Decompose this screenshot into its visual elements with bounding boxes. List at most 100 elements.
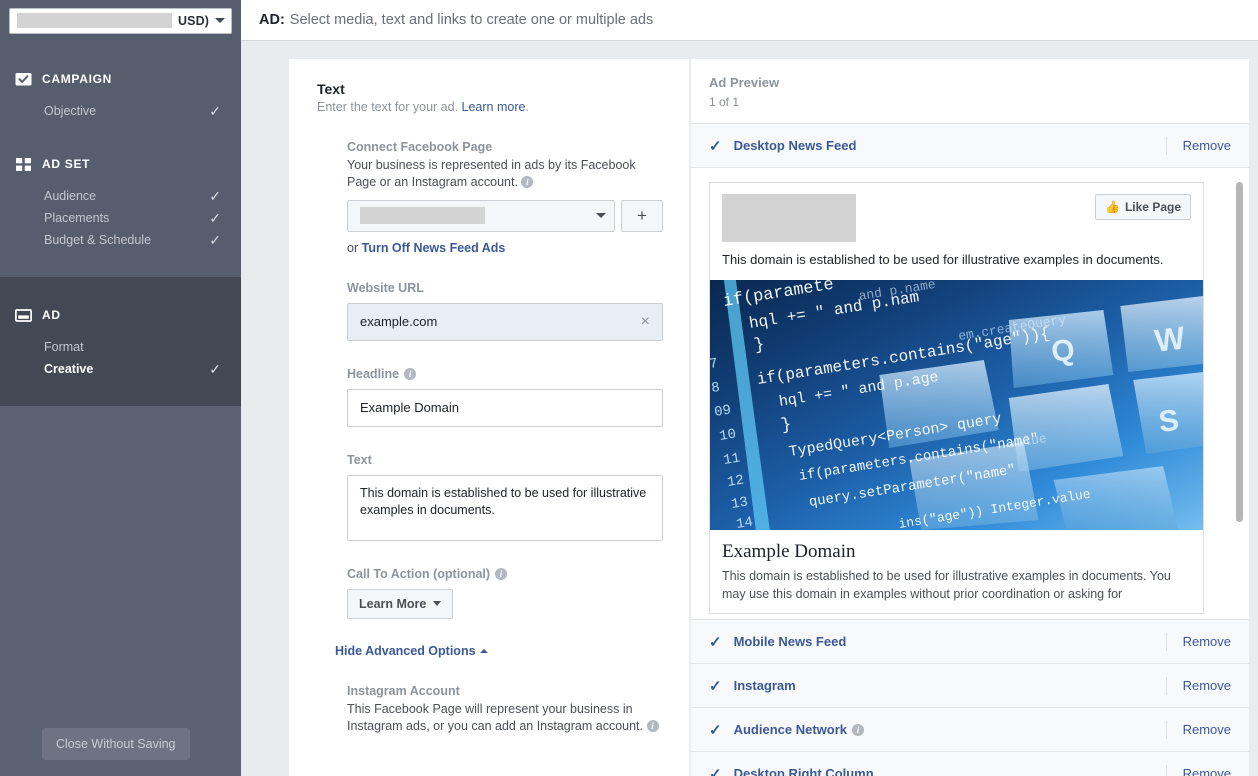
info-icon[interactable]: i (852, 724, 864, 736)
chevron-up-icon (480, 649, 488, 653)
add-page-button[interactable]: + (621, 200, 663, 232)
sidebar-group-campaign-header[interactable]: CAMPAIGN (0, 68, 241, 90)
svg-text:Q: Q (1049, 333, 1076, 369)
placement-row-mobile-news-feed[interactable]: ✓ Mobile News Feed Remove (691, 620, 1249, 664)
placement-row-instagram[interactable]: ✓ Instagram Remove (691, 664, 1249, 708)
page-header: AD: Select media, text and links to crea… (241, 0, 1258, 41)
facebook-page-select[interactable] (347, 200, 615, 232)
cta-label-text: Call To Action (optional) (347, 567, 490, 581)
website-url-label: Website URL (347, 281, 663, 295)
headline-value: Example Domain (360, 400, 459, 415)
instagram-account-description-text: This Facebook Page will represent your b… (347, 702, 643, 733)
sidebar-item-audience[interactable]: Audience ✓ (0, 185, 241, 207)
website-url-field: Website URL example.com × (317, 281, 663, 341)
sidebar-item-creative[interactable]: Creative ✓ (0, 358, 241, 380)
headline-input[interactable]: Example Domain (347, 389, 663, 427)
sidebar-item-format[interactable]: Format (0, 336, 241, 358)
sidebar-group-ad-header[interactable]: AD (0, 304, 241, 326)
placement-name[interactable]: Audience Network i (734, 722, 864, 737)
connect-page-description-text: Your business is represented in ads by i… (347, 158, 636, 189)
clear-icon[interactable]: × (641, 314, 650, 330)
chevron-down-icon (433, 601, 441, 606)
preview-scrollbar-thumb[interactable] (1236, 182, 1243, 522)
connect-page-label: Connect Facebook Page (347, 140, 663, 154)
info-icon[interactable]: i (647, 720, 659, 732)
preview-scrollbar[interactable] (1236, 182, 1243, 577)
check-icon: ✓ (709, 137, 722, 155)
sidebar-group-adset-header[interactable]: AD SET (0, 153, 241, 175)
info-icon[interactable]: i (404, 368, 416, 380)
connect-page-description: Your business is represented in ads by i… (347, 157, 663, 191)
sidebar-group-campaign-title: CAMPAIGN (42, 72, 112, 86)
sidebar-filler (0, 406, 241, 776)
placement-name-text: Audience Network (734, 722, 847, 737)
ads-manager-app: USD) CAMPAIGN Objective ✓ A (0, 0, 1258, 776)
text-field: Text This domain is established to be us… (317, 453, 663, 541)
account-select[interactable]: USD) (9, 8, 232, 34)
info-icon[interactable]: i (495, 568, 507, 580)
ad-card: 👍 Like Page This domain is established t… (709, 182, 1204, 614)
page-name-redacted (360, 207, 485, 224)
headline-field: Headline i Example Domain (317, 367, 663, 427)
ad-preview-counter: 1 of 1 (709, 95, 1231, 109)
close-button-wrap: Close Without Saving (0, 728, 241, 776)
divider (691, 619, 1249, 620)
close-without-saving-button[interactable]: Close Without Saving (42, 728, 190, 760)
cta-select-button[interactable]: Learn More (347, 589, 453, 619)
remove-placement-link[interactable]: Remove (1166, 721, 1249, 739)
svg-text:10: 10 (718, 426, 737, 444)
svg-text:S: S (1157, 404, 1181, 439)
ad-creative-image: Q W S 7 8 09 (710, 280, 1203, 530)
sidebar-item-label: Budget & Schedule (44, 233, 209, 247)
sidebar-item-placements[interactable]: Placements ✓ (0, 207, 241, 229)
ad-preview-stage: 👍 Like Page This domain is established t… (691, 168, 1249, 620)
like-page-button[interactable]: 👍 Like Page (1095, 194, 1191, 220)
hide-advanced-options-toggle[interactable]: Hide Advanced Options (335, 644, 663, 658)
placement-row-desktop-right-column[interactable]: ✓ Desktop Right Column Remove (691, 752, 1249, 776)
ad-card-header: 👍 Like Page (710, 183, 1203, 242)
ad-preview-title: Ad Preview (709, 75, 1231, 90)
learn-more-link[interactable]: Learn more (462, 100, 526, 114)
main-area: AD: Select media, text and links to crea… (241, 0, 1258, 776)
sidebar-item-label: Format (44, 340, 221, 354)
ad-headline: Example Domain (722, 541, 1191, 563)
ad-card-body-text: This domain is established to be used fo… (710, 242, 1203, 280)
adset-grid-icon (15, 156, 32, 173)
info-icon[interactable]: i (521, 176, 533, 188)
remove-placement-link[interactable]: Remove (1166, 633, 1249, 651)
placement-row-desktop-news-feed[interactable]: ✓ Desktop News Feed Remove (691, 124, 1249, 168)
headline-label-text: Headline (347, 367, 399, 381)
check-icon: ✓ (209, 211, 221, 225)
website-url-input[interactable]: example.com × (347, 303, 663, 341)
remove-placement-link[interactable]: Remove (1166, 677, 1249, 695)
instagram-account-description: This Facebook Page will represent your b… (347, 701, 663, 735)
sidebar-item-objective[interactable]: Objective ✓ (0, 100, 241, 122)
form-section-subtitle: Enter the text for your ad. Learn more. (317, 100, 663, 114)
placement-name[interactable]: Desktop Right Column (734, 766, 874, 776)
sidebar-group-adset-title: AD SET (42, 157, 90, 171)
ad-text-textarea[interactable]: This domain is established to be used fo… (347, 475, 663, 541)
sidebar-item-label: Audience (44, 189, 209, 203)
account-currency: USD) (178, 14, 209, 28)
advanced-toggle-label: Hide Advanced Options (335, 644, 476, 658)
account-bar: USD) (0, 0, 241, 41)
form-section-subtitle-text: Enter the text for your ad. (317, 100, 458, 114)
placement-row-audience-network[interactable]: ✓ Audience Network i Remove (691, 708, 1249, 752)
svg-text:12: 12 (726, 472, 745, 490)
placement-name[interactable]: Mobile News Feed (734, 634, 847, 649)
turn-off-news-feed-ads-link[interactable]: Turn Off News Feed Ads (362, 241, 506, 255)
placement-name[interactable]: Desktop News Feed (734, 138, 857, 153)
remove-placement-link[interactable]: Remove (1166, 765, 1249, 776)
placement-name[interactable]: Instagram (734, 678, 796, 693)
sidebar-group-campaign: CAMPAIGN Objective ✓ (0, 41, 241, 126)
sidebar: USD) CAMPAIGN Objective ✓ A (0, 0, 241, 776)
svg-text:13: 13 (730, 494, 749, 512)
period: . (525, 100, 528, 114)
call-to-action-field: Call To Action (optional) i Learn More (317, 567, 663, 619)
turn-off-news-feed-row: or Turn Off News Feed Ads (347, 241, 663, 255)
remove-placement-link[interactable]: Remove (1166, 137, 1249, 155)
sidebar-item-budget-schedule[interactable]: Budget & Schedule ✓ (0, 229, 241, 251)
connect-page-row: + (347, 200, 663, 232)
check-icon: ✓ (709, 721, 722, 739)
check-icon: ✓ (709, 765, 722, 776)
